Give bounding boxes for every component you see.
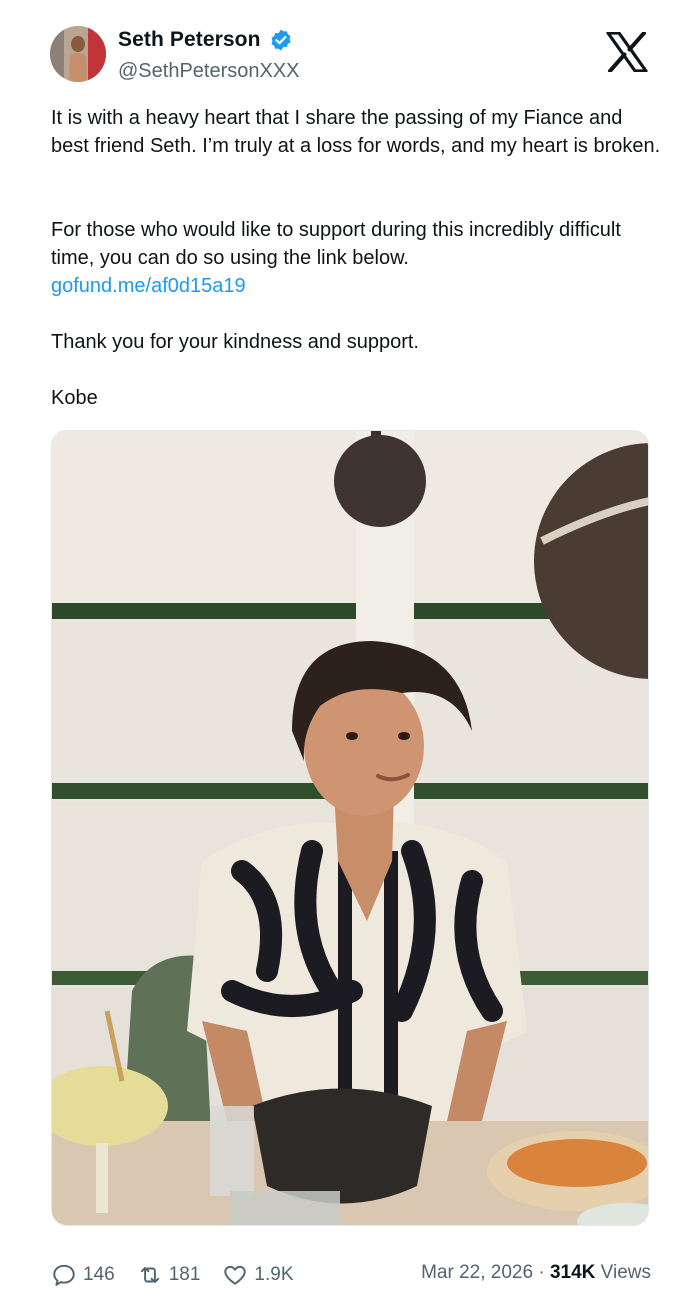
post-paragraph-2-text: For those who would like to support duri… (51, 219, 621, 269)
like-count: 1.9K (254, 1264, 294, 1285)
repost-icon (140, 1266, 159, 1284)
reply-icon (53, 1264, 75, 1286)
post-paragraph-2: For those who would like to support duri… (51, 216, 661, 300)
date-separator: · (538, 1262, 545, 1283)
views-count: 314K (549, 1262, 596, 1283)
post-photo[interactable] (51, 430, 649, 1226)
author-name-row[interactable]: Seth Peterson (118, 28, 293, 52)
post-paragraph-1: It is with a heavy heart that I share th… (51, 107, 661, 157)
author-name[interactable]: Seth Peterson (118, 28, 261, 52)
reply-count: 146 (83, 1264, 115, 1285)
author-handle[interactable]: @SethPetersonXXX (118, 60, 300, 83)
post-date[interactable]: Mar 22, 2026 (421, 1262, 533, 1283)
post-signature: Kobe (51, 387, 98, 409)
gofundme-link[interactable]: gofund.me/af0d15a19 (51, 272, 661, 300)
verified-badge-icon (269, 28, 293, 52)
heart-icon (224, 1265, 247, 1285)
x-logo-icon[interactable] (606, 31, 648, 73)
repost-count: 181 (168, 1264, 201, 1285)
avatar[interactable] (50, 26, 106, 82)
reply-button[interactable]: 146 (51, 1262, 115, 1288)
post-paragraph-3: Thank you for your kindness and support. (51, 331, 419, 353)
like-button[interactable]: 1.9K (222, 1262, 294, 1288)
tweet-card: Seth Peterson @SethPetersonXXX It is wit… (0, 0, 700, 1302)
views-label: Views (600, 1262, 651, 1283)
repost-button[interactable]: 181 (137, 1262, 201, 1288)
post-date-views: Mar 22, 2026 · 314K Views (421, 1262, 651, 1284)
post-metrics-bar: 146 181 1.9K Mar 22, 2026 · 314K Views (51, 1258, 651, 1292)
